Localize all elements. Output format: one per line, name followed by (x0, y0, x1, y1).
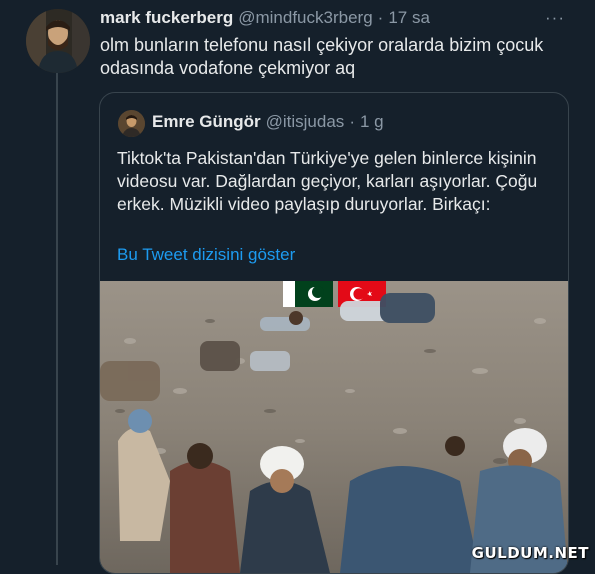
watermark-logo: GULDUM.NET (471, 544, 589, 562)
quoted-separator-dot: · (349, 112, 355, 131)
tweet-time[interactable]: 17 sa (388, 8, 430, 28)
quoted-tweet-text: Tiktok'ta Pakistan'dan Türkiye'ye gelen … (117, 148, 538, 214)
show-thread-link[interactable]: Bu Tweet dizisini göster (117, 245, 295, 265)
author-handle[interactable]: @mindfuck3rberg (238, 8, 372, 28)
separator-dot: · (377, 8, 384, 27)
quoted-author-avatar[interactable] (118, 110, 145, 137)
tweet-text: olm bunların telefonu nasıl çekiyor oral… (100, 35, 544, 78)
attached-photo[interactable] (100, 281, 568, 573)
more-options-icon[interactable]: ··· (545, 8, 565, 28)
thread-line (56, 72, 58, 565)
quoted-tweet-header: Emre Güngör @itisjudas · 1 g (152, 112, 384, 132)
quoted-tweet[interactable]: Emre Güngör @itisjudas · 1 g Tiktok'ta P… (99, 92, 569, 574)
quoted-author-handle: @itisjudas (265, 112, 345, 131)
quoted-tweet-time: 1 g (359, 112, 384, 131)
quoted-author-name: Emre Güngör (152, 112, 261, 131)
author-avatar[interactable] (26, 9, 90, 73)
author-name[interactable]: mark fuckerberg (100, 8, 233, 28)
tweet-header: mark fuckerberg @mindfuck3rberg · 17 sa (100, 8, 575, 28)
pakistan-flag-icon (283, 281, 333, 307)
